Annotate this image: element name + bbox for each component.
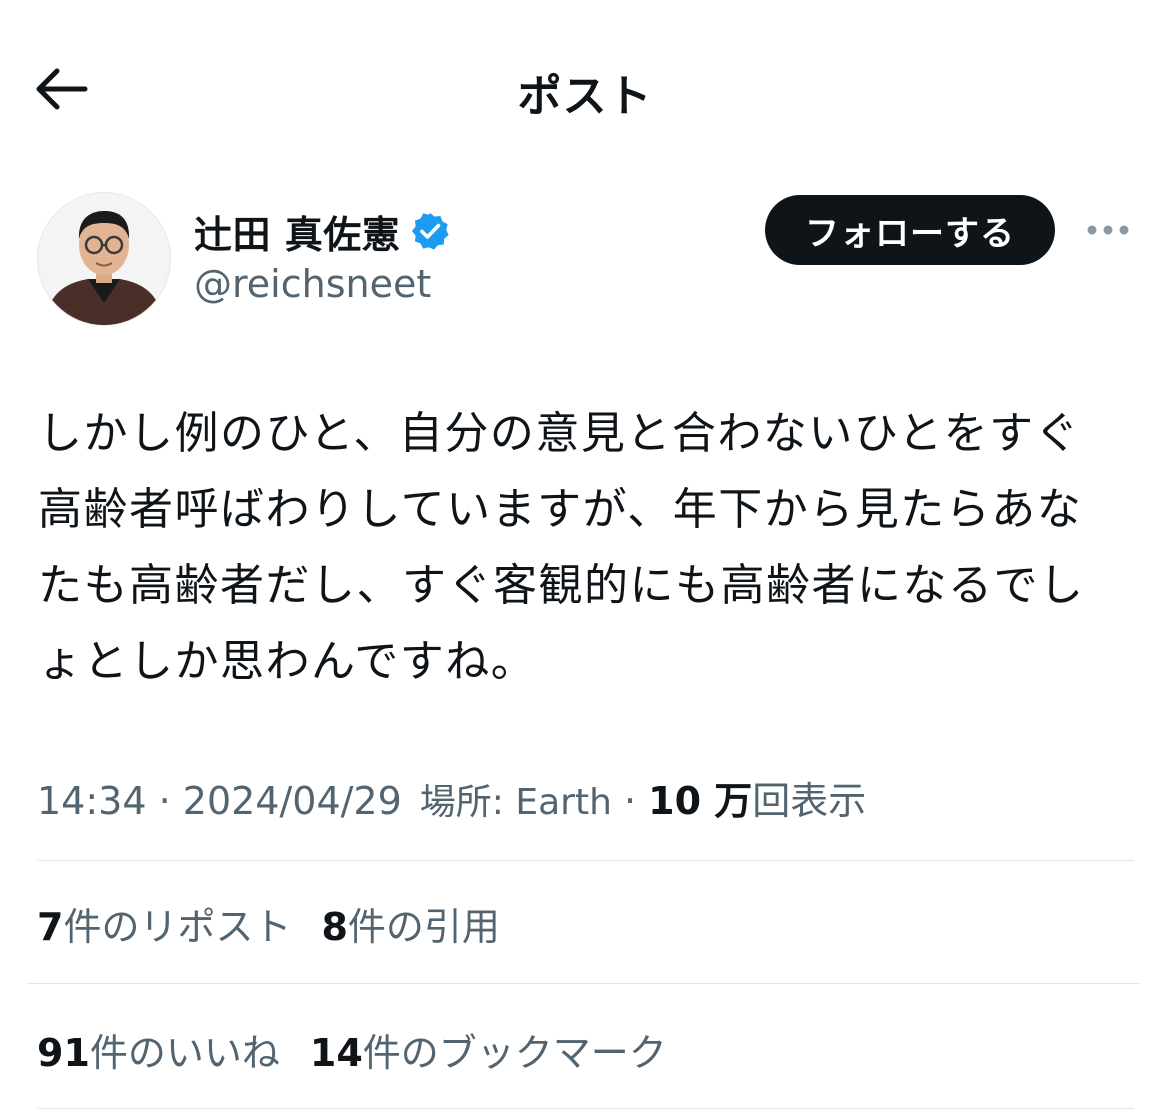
post-time[interactable]: 14:34 [37, 779, 147, 823]
bookmarks-stat[interactable]: 14件のブックマーク [310, 1022, 667, 1077]
views-count: 10 万 [648, 779, 753, 823]
author-display-name[interactable]: 辻田 真佐憲 [194, 204, 400, 259]
post-date[interactable]: 2024/04/29 [183, 779, 402, 823]
reposts-label: 件のリポスト [63, 905, 292, 949]
quotes-stat[interactable]: 8件の引用 [321, 896, 499, 951]
meta-separator: · [146, 779, 183, 823]
post-meta: 14:34 · 2024/04/29 場所: Earth · 10 万 回表示 [37, 770, 866, 825]
likes-count: 91 [37, 1031, 90, 1075]
stats-row-likes: 91件のいいね 14件のブックマーク [37, 1022, 697, 1077]
likes-stat[interactable]: 91件のいいね [37, 1022, 280, 1077]
page-title: ポスト [517, 71, 653, 122]
post-line: ょとしか思わんですね。 [38, 636, 537, 687]
post-text: しかし例のひと、自分の意見と合わないひとをすぐ 高齢者呼ばわりしていますが、年下… [38, 396, 1138, 700]
bookmarks-label: 件のブックマーク [362, 1031, 667, 1075]
divider [27, 983, 1140, 984]
meta-separator: · [611, 779, 649, 823]
divider [37, 860, 1134, 861]
reposts-count: 7 [37, 905, 64, 949]
top-bar: ポスト [0, 0, 1170, 180]
bookmarks-count: 14 [309, 1031, 363, 1075]
author-name-row[interactable]: 辻田 真佐憲 [194, 203, 450, 259]
follow-button[interactable]: フォローする [765, 195, 1055, 265]
post-line: 高齢者呼ばわりしていますが、年下から見たらあな [38, 484, 1083, 535]
avatar-photo [38, 193, 170, 325]
post-location: 場所: Earth [419, 782, 612, 823]
avatar[interactable] [37, 192, 171, 326]
post-line: しかし例のひと、自分の意見と合わないひとをすぐ [38, 408, 1081, 459]
divider [37, 1108, 1134, 1109]
stats-row-reposts: 7件のリポスト 8件の引用 [37, 896, 530, 951]
author-handle[interactable]: @reichsneet [194, 262, 431, 306]
verified-badge-icon [412, 213, 449, 250]
quotes-count: 8 [321, 905, 348, 949]
post-line: たも高齢者だし、すぐ客観的にも高齢者になるでし [38, 560, 1085, 611]
likes-label: 件のいいね [89, 1031, 280, 1075]
more-options-icon [1087, 225, 1129, 235]
views-label: 回表示 [752, 779, 867, 823]
reposts-stat[interactable]: 7件のリポスト [37, 896, 291, 951]
quotes-label: 件の引用 [347, 905, 500, 949]
more-options-button[interactable] [1084, 212, 1132, 248]
